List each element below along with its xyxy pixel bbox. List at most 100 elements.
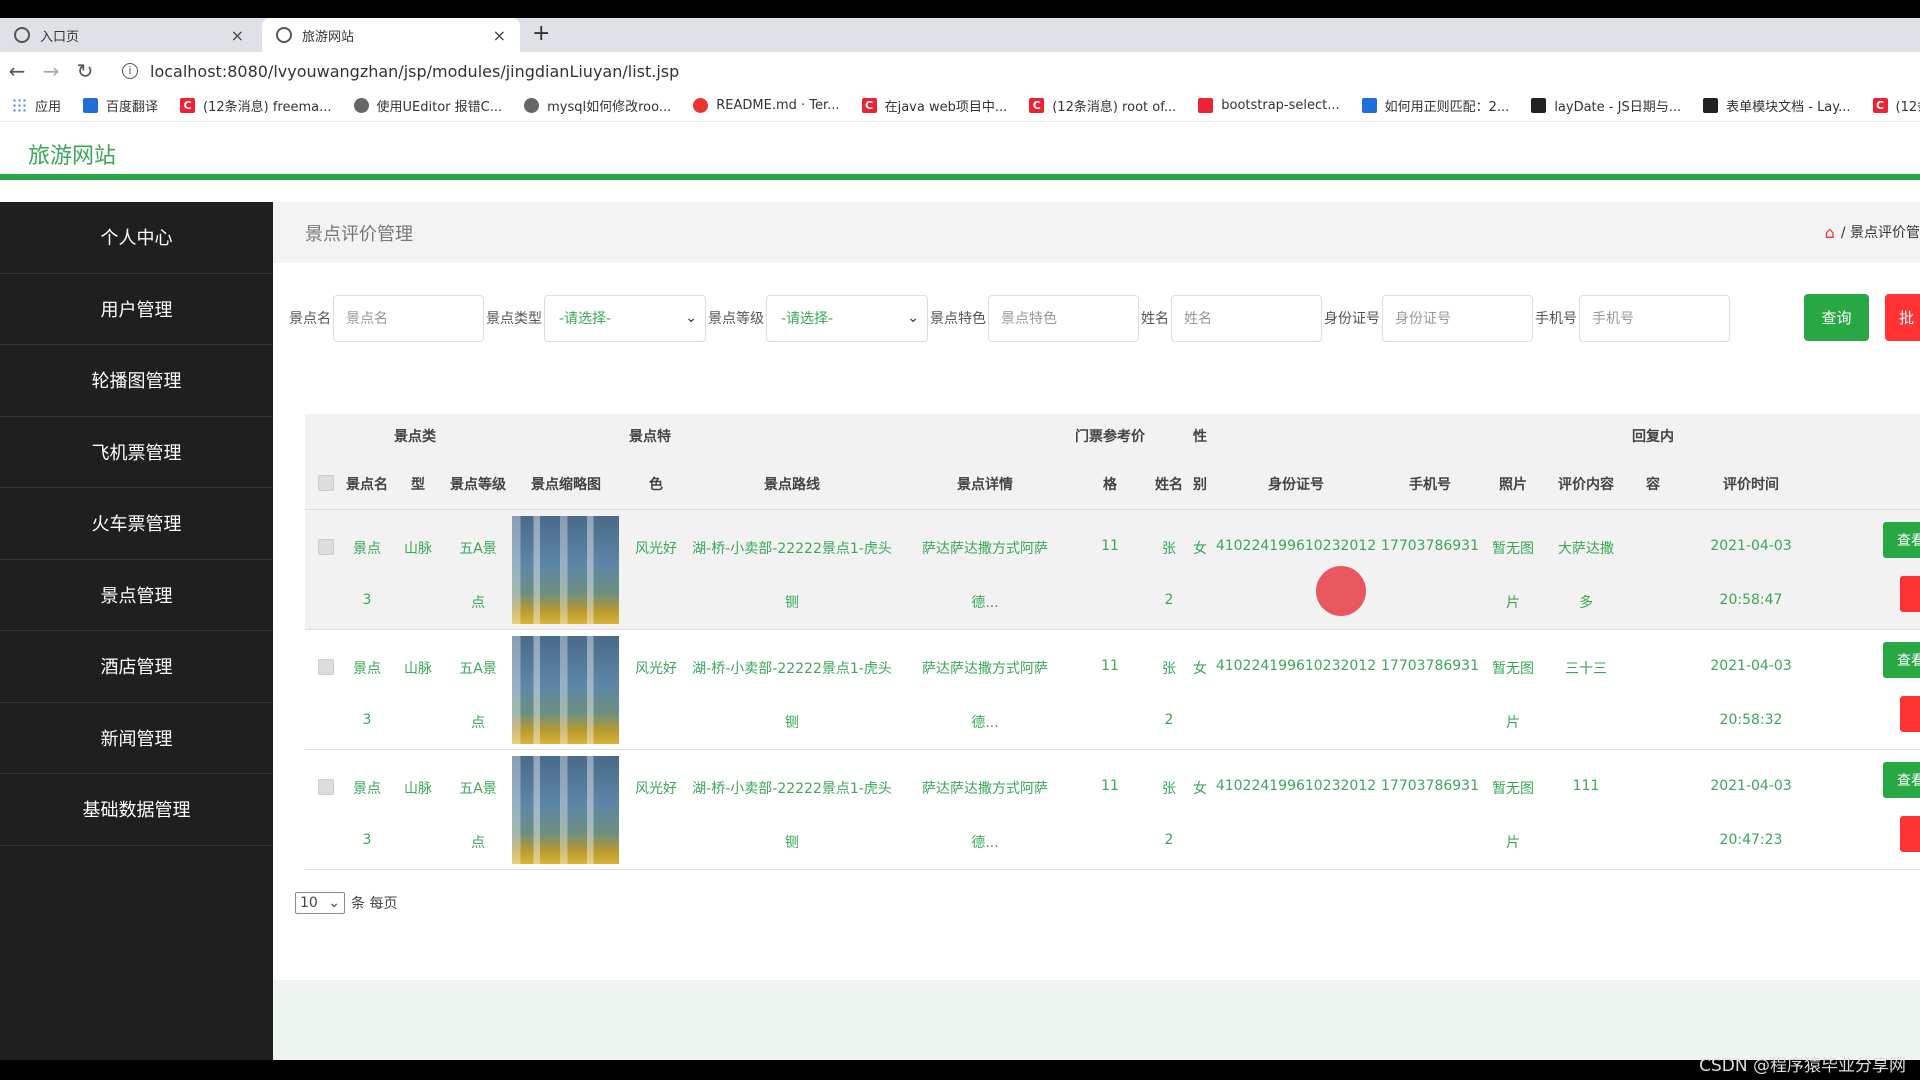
gitee-icon <box>693 98 709 113</box>
csdn-icon: C <box>180 98 196 113</box>
info-icon[interactable]: i <box>122 63 138 79</box>
filter-label: 身份证号 <box>1324 311 1380 327</box>
bookmark-item[interactable]: C (12条消息 <box>1872 96 1920 115</box>
chevron-down-icon: ⌄ <box>685 310 697 326</box>
new-tab-button[interactable]: + <box>532 21 550 46</box>
bookmark-item[interactable]: C (12条消息) freema... <box>180 96 332 115</box>
scenic-level: 点 <box>471 835 485 851</box>
select-all-checkbox[interactable] <box>318 475 334 491</box>
bookmark-item[interactable]: bootstrap-select... <box>1198 98 1340 113</box>
forward-icon[interactable]: → <box>34 59 68 83</box>
scenic-name: 3 <box>362 592 372 608</box>
tab-travel-site[interactable]: 旅游网站 × <box>262 18 520 52</box>
address-bar: ← → ↻ i localhost:8080/lvyouwangzhan/jsp… <box>0 52 1920 90</box>
row-checkbox[interactable] <box>318 779 334 795</box>
sidebar-item-scenic[interactable]: 景点管理 <box>0 560 273 631</box>
tab-entry[interactable]: 入口页 × <box>0 18 258 52</box>
bookmark-item[interactable]: 表单模块文档 - Lay... <box>1703 96 1851 115</box>
sidebar-item-profile[interactable]: 个人中心 <box>0 202 273 274</box>
name-input[interactable]: 姓名 <box>1171 294 1322 342</box>
column-header: 评价时间 <box>1723 477 1779 493</box>
sidebar-item-base-data[interactable]: 基础数据管理 <box>0 774 273 846</box>
column-header: 景点特 <box>629 429 671 445</box>
column-header: 评价内容 <box>1558 477 1614 493</box>
review-date: 2021-04-03 <box>1710 658 1792 674</box>
id-number: 410224199610232012 <box>1215 538 1377 554</box>
photo: 暂无图 <box>1492 661 1534 677</box>
phone-input[interactable]: 手机号 <box>1579 294 1730 342</box>
bookmark-item[interactable]: layDate - JS日期与... <box>1531 96 1681 115</box>
scenic-name-input[interactable]: 景点名 <box>333 294 484 342</box>
photo: 片 <box>1506 715 1520 731</box>
delete-button[interactable] <box>1900 816 1920 852</box>
sidebar-item-hotels[interactable]: 酒店管理 <box>0 631 273 703</box>
view-button[interactable]: 查看 <box>1883 762 1920 798</box>
id-number: 410224199610232012 <box>1215 658 1377 674</box>
back-icon[interactable]: ← <box>0 59 34 83</box>
bookmark-item[interactable]: 应用 <box>12 96 61 115</box>
scenic-level-select[interactable]: -请选择- ⌄ <box>766 294 928 342</box>
breadcrumb: ⌂ / 景点评价管 <box>1825 222 1920 242</box>
scenic-detail: 德... <box>971 595 999 611</box>
batch-delete-button[interactable]: 批 <box>1885 294 1920 341</box>
scenic-name: 3 <box>362 712 372 728</box>
column-header: 回复内 <box>1632 429 1674 445</box>
column-header: 景点名 <box>346 477 388 493</box>
bookmark-item[interactable]: 如何用正则匹配：2... <box>1361 96 1509 115</box>
row-checkbox[interactable] <box>318 539 334 555</box>
scenic-thumbnail <box>512 756 619 864</box>
close-icon[interactable]: × <box>231 26 244 45</box>
bookmark-item[interactable]: 使用UEditor 报错C... <box>353 96 502 115</box>
csdn-icon: C <box>1029 98 1045 113</box>
url-field[interactable]: i localhost:8080/lvyouwangzhan/jsp/modul… <box>122 62 679 81</box>
page-title: 景点评价管理 <box>305 224 413 245</box>
delete-button[interactable] <box>1900 576 1920 612</box>
sidebar-item-users[interactable]: 用户管理 <box>0 274 273 345</box>
scenic-feature-input[interactable]: 景点特色 <box>988 294 1139 342</box>
close-icon[interactable]: × <box>493 26 506 45</box>
reload-icon[interactable]: ↻ <box>68 59 102 83</box>
scenic-name: 3 <box>362 832 372 848</box>
row-checkbox[interactable] <box>318 659 334 675</box>
ticket-price: 11 <box>1101 778 1119 794</box>
filter-label: 景点类型 <box>486 311 542 327</box>
person-name: 张 <box>1162 781 1176 797</box>
site-logo[interactable]: 旅游网站 <box>28 138 116 170</box>
sidebar-item-flights[interactable]: 飞机票管理 <box>0 417 273 488</box>
page-size-select[interactable]: 10 ⌄ <box>295 892 345 914</box>
scenic-type: 山脉 <box>404 541 432 557</box>
scenic-feature: 风光好 <box>635 781 677 797</box>
scenic-thumbnail <box>512 636 619 744</box>
tab-label: 入口页 <box>40 29 80 45</box>
person-name: 2 <box>1164 592 1174 608</box>
url-text: localhost:8080/lvyouwangzhan/jsp/modules… <box>150 61 680 81</box>
baidu-icon <box>1361 98 1377 113</box>
bookmark-item[interactable]: README.md · Ter... <box>693 98 840 113</box>
bookmark-item[interactable]: 百度翻译 <box>83 96 158 115</box>
review-content: 多 <box>1579 595 1593 611</box>
view-button[interactable]: 查看 <box>1883 642 1920 678</box>
home-icon[interactable]: ⌂ <box>1825 223 1835 242</box>
scenic-feature: 风光好 <box>635 541 677 557</box>
page-size-control: 10 ⌄ 条 每页 <box>295 892 397 914</box>
bookmark-item[interactable]: C 在java web项目中... <box>861 96 1007 115</box>
query-button[interactable]: 查询 <box>1804 294 1869 341</box>
scenic-detail: 萨达萨达撒方式阿萨 <box>922 661 1048 677</box>
cursor-highlight <box>1316 566 1366 616</box>
sidebar-item-trains[interactable]: 火车票管理 <box>0 488 273 560</box>
column-header: 姓名 <box>1155 477 1183 493</box>
bookmark-item[interactable]: mysql如何修改roo... <box>524 96 671 115</box>
footer <box>273 980 1920 1060</box>
sidebar-item-news[interactable]: 新闻管理 <box>0 703 273 774</box>
bookmark-label: (12条消息 <box>1895 100 1920 115</box>
id-number-input[interactable]: 身份证号 <box>1382 294 1533 342</box>
ticket-price: 11 <box>1101 658 1119 674</box>
table-row: 景点 3 山脉 五A景 点 风光好 湖-桥-小卖部-22222景点1-虎头 铡 … <box>305 510 1920 630</box>
review-date: 2021-04-03 <box>1710 778 1792 794</box>
delete-button[interactable] <box>1900 696 1920 732</box>
scenic-type-select[interactable]: -请选择- ⌄ <box>544 294 706 342</box>
bookmark-item[interactable]: C (12条消息) root of... <box>1029 96 1176 115</box>
view-button[interactable]: 查看 <box>1883 522 1920 558</box>
csdn-icon: C <box>861 98 877 113</box>
sidebar-item-carousel[interactable]: 轮播图管理 <box>0 345 273 417</box>
